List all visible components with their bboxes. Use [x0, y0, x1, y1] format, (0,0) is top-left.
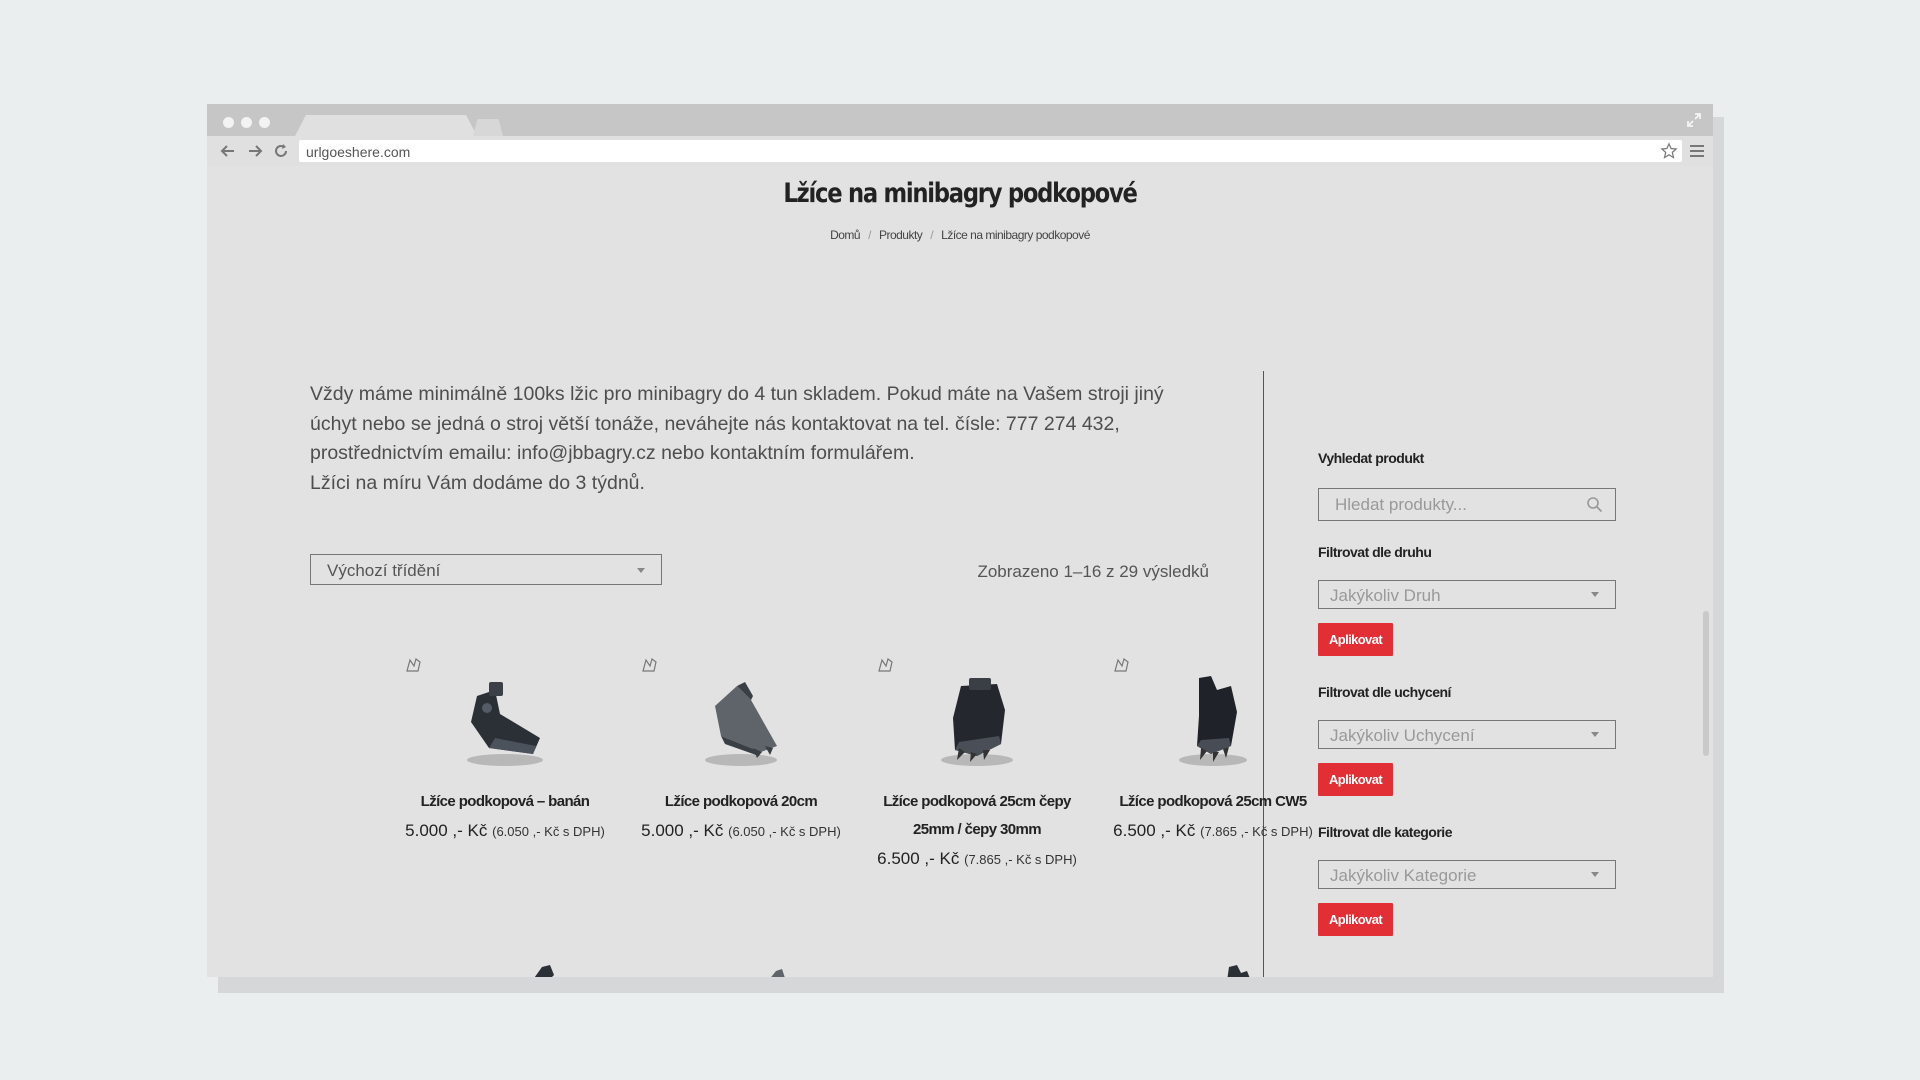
- filter-type-heading: Filtrovat dle druhu: [1318, 544, 1432, 560]
- breadcrumb-separator: /: [868, 228, 871, 242]
- window-minimize-dot[interactable]: [241, 117, 252, 128]
- sort-select-value: Výchozí třídění: [327, 561, 441, 580]
- address-bar-url: urlgoeshere.com: [306, 144, 411, 160]
- filter-category-select[interactable]: Jakýkoliv Kategorie: [1318, 860, 1616, 889]
- search-heading: Vyhledat produkt: [1318, 450, 1424, 466]
- product-card[interactable]: Lžíce podkopová 20cm 5.000 ,- Kč (6.050 …: [641, 656, 841, 846]
- browser-window: urlgoeshere.com Lžíce na minibagry podko…: [207, 104, 1713, 977]
- product-image-partial: [1227, 965, 1250, 977]
- product-card[interactable]: Lžíce podkopová 25cm CW5 6.500 ,- Kč (7.…: [1113, 656, 1313, 846]
- reload-icon[interactable]: [272, 142, 290, 160]
- breadcrumb-home[interactable]: Domů: [830, 228, 861, 242]
- product-image[interactable]: [1113, 656, 1313, 776]
- breadcrumb-products[interactable]: Produkty: [879, 228, 923, 242]
- breadcrumb-current: Lžíce na minibagry podkopové: [941, 228, 1090, 242]
- browser-titlebar: [207, 104, 1713, 136]
- chevron-down-icon: [1591, 732, 1599, 737]
- product-search-input[interactable]: [1319, 489, 1585, 520]
- product-price-main: 6.500 ,- Kč: [877, 849, 960, 868]
- product-badge-icon: [406, 657, 421, 672]
- filter-type-select[interactable]: Jakýkoliv Druh: [1318, 580, 1616, 609]
- page-content: Lžíce na minibagry podkopové Domů / Produk…: [207, 166, 1713, 977]
- breadcrumb: Domů / Produkty / Lžíce na minibagry podkopo…: [207, 228, 1713, 242]
- menu-icon[interactable]: [1689, 143, 1705, 159]
- star-icon[interactable]: [1660, 142, 1678, 160]
- product-price: 6.500 ,- Kč (7.865 ,- Kč s DPH): [877, 844, 1077, 874]
- result-count: Zobrazeno 1–16 z 29 výsledků: [977, 562, 1209, 581]
- product-price-vat: (7.865 ,- Kč s DPH): [964, 852, 1077, 867]
- apply-mount-filter-button[interactable]: Aplikovat: [1318, 763, 1393, 796]
- page-title: Lžíce na minibagry podkopové: [783, 178, 1138, 209]
- filter-mount-heading: Filtrovat dle uchycení: [1318, 684, 1451, 700]
- intro-delivery-note: Lžíci na míru Vám dodáme do 3 týdnů.: [310, 471, 645, 494]
- product-card[interactable]: Lžíce podkopová 25cm čepy 25mm / čepy 30…: [877, 656, 1077, 874]
- window-close-dot[interactable]: [223, 117, 234, 128]
- product-name[interactable]: Lžíce podkopová – banán: [405, 788, 605, 816]
- product-badge-icon: [642, 657, 657, 672]
- product-price: 5.000 ,- Kč (6.050 ,- Kč s DPH): [641, 816, 841, 846]
- window-maximize-dot[interactable]: [259, 117, 270, 128]
- product-badge-icon: [878, 657, 893, 672]
- product-name[interactable]: Lžíce podkopová 20cm: [641, 788, 841, 816]
- browser-tab[interactable]: [295, 115, 477, 136]
- product-price-main: 6.500 ,- Kč: [1113, 821, 1196, 840]
- search-icon[interactable]: [1586, 496, 1603, 513]
- browser-toolbar: urlgoeshere.com: [207, 136, 1713, 166]
- forward-icon[interactable]: [246, 142, 264, 160]
- product-price: 5.000 ,- Kč (6.050 ,- Kč s DPH): [405, 816, 605, 846]
- product-price-vat: (6.050 ,- Kč s DPH): [492, 824, 605, 839]
- product-image[interactable]: [405, 656, 605, 776]
- product-name[interactable]: Lžíce podkopová 25cm čepy 25mm / čepy 30…: [877, 788, 1077, 844]
- apply-category-filter-button[interactable]: Aplikovat: [1318, 903, 1393, 936]
- product-price-main: 5.000 ,- Kč: [405, 821, 488, 840]
- product-price: 6.500 ,- Kč (7.865 ,- Kč s DPH): [1113, 816, 1313, 846]
- filter-type-value: Jakýkoliv Druh: [1330, 586, 1441, 605]
- product-image[interactable]: [877, 656, 1077, 776]
- filter-category-heading: Filtrovat dle kategorie: [1318, 824, 1452, 840]
- product-image-partial: [534, 965, 785, 977]
- breadcrumb-separator: /: [930, 228, 934, 242]
- new-tab-button[interactable]: [473, 119, 503, 136]
- expand-icon[interactable]: [1685, 111, 1703, 129]
- filter-mount-select[interactable]: Jakýkoliv Uchycení: [1318, 720, 1616, 749]
- product-card[interactable]: Lžíce podkopová – banán 5.000 ,- Kč (6.0…: [405, 656, 605, 846]
- product-badge-icon: [1114, 657, 1129, 672]
- product-price-vat: (6.050 ,- Kč s DPH): [728, 824, 841, 839]
- sort-select[interactable]: Výchozí třídění: [310, 554, 662, 585]
- chevron-down-icon: [1591, 592, 1599, 597]
- filter-mount-value: Jakýkoliv Uchycení: [1330, 726, 1475, 745]
- intro-paragraph: Vždy máme minimálně 100ks lžic pro minib…: [310, 383, 1164, 464]
- category-description: Vždy máme minimálně 100ks lžic pro minib…: [310, 380, 1210, 498]
- address-bar[interactable]: urlgoeshere.com: [299, 140, 1682, 162]
- product-price-main: 5.000 ,- Kč: [641, 821, 724, 840]
- back-icon[interactable]: [219, 142, 237, 160]
- product-search-box: [1318, 488, 1616, 521]
- scrollbar-thumb[interactable]: [1703, 611, 1709, 756]
- chevron-down-icon: [637, 568, 645, 573]
- product-name[interactable]: Lžíce podkopová 25cm CW5: [1113, 788, 1313, 816]
- filter-category-value: Jakýkoliv Kategorie: [1330, 866, 1477, 885]
- apply-type-filter-button[interactable]: Aplikovat: [1318, 623, 1393, 656]
- chevron-down-icon: [1591, 872, 1599, 877]
- product-image[interactable]: [641, 656, 841, 776]
- product-price-vat: (7.865 ,- Kč s DPH): [1200, 824, 1313, 839]
